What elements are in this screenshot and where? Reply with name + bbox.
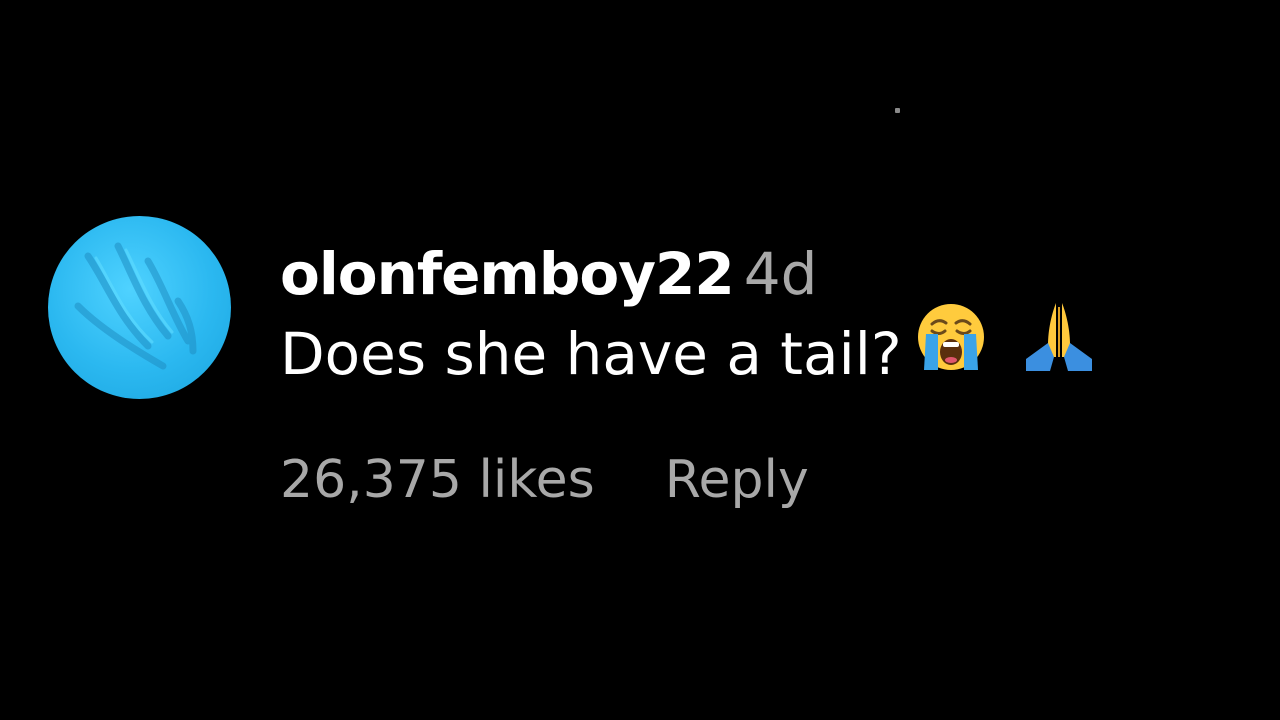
stray-dot [895, 108, 900, 113]
reply-button[interactable]: Reply [665, 450, 809, 510]
avatar-hand-image [74, 242, 197, 370]
timestamp: 4d [743, 240, 818, 308]
comment-actions: 26,375 likes Reply [280, 450, 1100, 510]
loudly-crying-face-icon [912, 300, 990, 409]
comment-text: Does she have a tail? [280, 320, 902, 388]
comment-text-line: Does she have a tail? [280, 302, 1100, 394]
comment-body: olonfemboy22 4d Does she have a tail? 26… [280, 236, 1100, 510]
avatar[interactable] [48, 216, 231, 399]
folded-hands-icon [1018, 299, 1100, 410]
likes-count[interactable]: 26,375 likes [280, 450, 595, 510]
username[interactable]: olonfemboy22 [280, 240, 735, 308]
comment-screen: olonfemboy22 4d Does she have a tail? 26… [0, 0, 1280, 720]
